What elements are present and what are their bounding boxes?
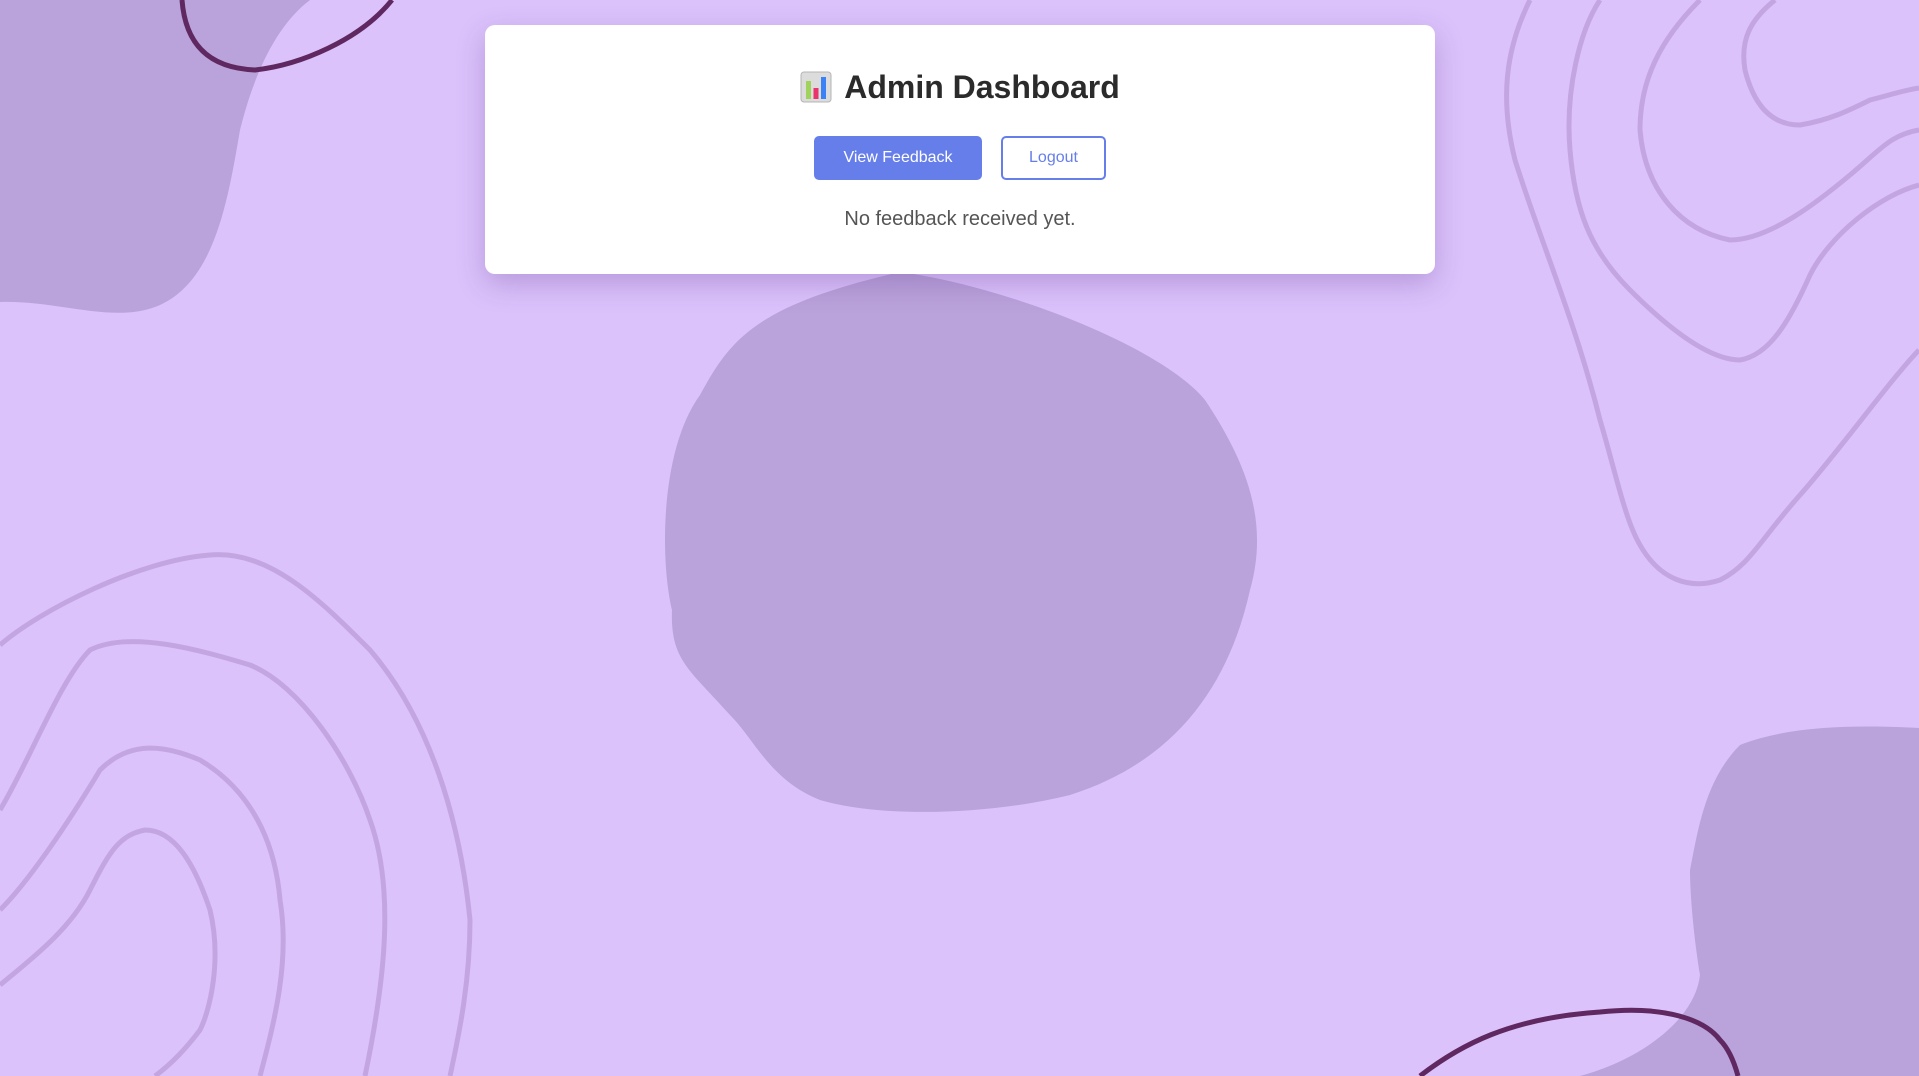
top-left-blob (0, 0, 310, 313)
dashboard-card: Admin Dashboard View Feedback Logout No … (485, 25, 1435, 274)
view-feedback-button[interactable]: View Feedback (814, 136, 982, 180)
page-title: Admin Dashboard (844, 68, 1120, 105)
logout-button[interactable]: Logout (1001, 136, 1106, 180)
empty-feedback-message: No feedback received yet. (844, 208, 1076, 230)
center-blob (665, 272, 1258, 812)
bar-chart-icon (800, 71, 832, 103)
header: Admin Dashboard (485, 67, 1435, 107)
bottom-right-blob (1580, 726, 1919, 1076)
action-buttons: View Feedback Logout (485, 136, 1435, 180)
